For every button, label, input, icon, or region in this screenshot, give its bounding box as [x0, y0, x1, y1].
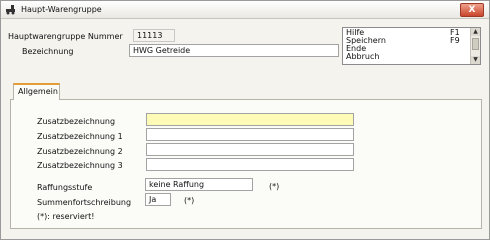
nummer-field: 11113 [133, 29, 175, 42]
zusatz-label: Zusatzbezeichnung [37, 117, 116, 126]
reserved-note: (*): reserviert! [37, 212, 95, 221]
scroll-thumb[interactable] [472, 38, 479, 50]
bezeichnung-input[interactable]: HWG Getreide [129, 44, 339, 57]
tab-allgemein[interactable]: Allgemein [13, 83, 60, 100]
zusatz-input[interactable] [146, 113, 354, 126]
close-button[interactable]: X [460, 3, 484, 17]
title-bar: Haupt-Warengruppe X [1, 1, 489, 19]
shortcut-key: F9 [450, 36, 460, 45]
nummer-label: Hauptwarengruppe Nummer [8, 32, 123, 41]
window: Haupt-Warengruppe X Hauptwarengruppe Num… [0, 0, 490, 240]
summen-note: (*) [184, 196, 195, 205]
shortcut-list[interactable]: Hilfe F1 Speichern F9 Ende Abbruch ▲ ▼ [342, 27, 481, 65]
close-icon: X [468, 5, 476, 15]
shortcut-scrollbar[interactable]: ▲ ▼ [470, 28, 480, 64]
zusatz1-label: Zusatzbezeichnung 1 [37, 132, 123, 141]
window-title: Haupt-Warengruppe [21, 5, 102, 14]
summen-input[interactable]: Ja [145, 193, 171, 206]
raffung-select[interactable]: keine Raffung [145, 178, 253, 191]
scroll-down-icon[interactable]: ▼ [471, 56, 480, 64]
bezeichnung-label: Bezeichnung [22, 47, 74, 56]
tab-label: Allgemein [18, 87, 58, 96]
zusatz1-input[interactable] [146, 128, 354, 141]
zusatz3-label: Zusatzbezeichnung 3 [37, 161, 123, 170]
scroll-up-icon[interactable]: ▲ [471, 28, 480, 36]
zusatz3-input[interactable] [146, 158, 354, 171]
raffung-note: (*) [269, 182, 280, 191]
zusatz2-input[interactable] [146, 143, 354, 156]
summen-label: Summenfortschreibung [37, 198, 132, 207]
zusatz2-label: Zusatzbezeichnung 2 [37, 147, 123, 156]
app-icon [6, 5, 15, 15]
raffung-label: Raffungsstufe [37, 183, 93, 192]
shortcut-item-abbruch[interactable]: Abbruch [346, 53, 379, 61]
